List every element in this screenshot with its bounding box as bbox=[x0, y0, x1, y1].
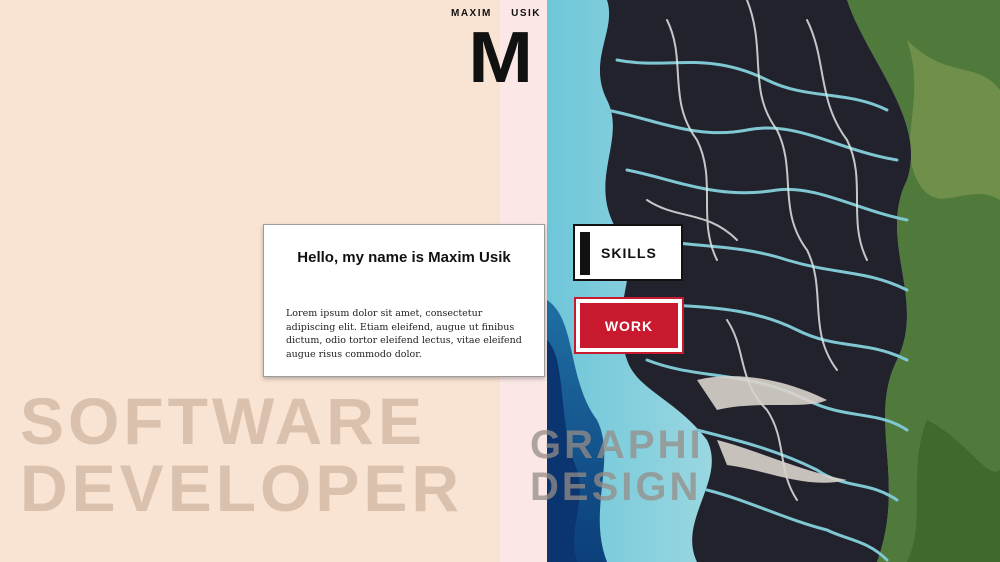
work-button-label: WORK bbox=[604, 317, 654, 334]
intro-body: Lorem ipsum dolor sit amet, consectetur … bbox=[286, 308, 522, 360]
role-heading-right-line1: GRAPHIC bbox=[530, 424, 700, 467]
skills-button-label: SKILLS bbox=[601, 245, 657, 261]
skills-button[interactable]: SKILLS bbox=[573, 224, 683, 281]
role-heading-right-line2: DESIGNER bbox=[530, 465, 700, 508]
intro-title: Hello, my name is Maxim Usik bbox=[297, 249, 511, 266]
intro-card: Hello, my name is Maxim Usik Lorem ipsum… bbox=[263, 224, 545, 377]
work-button-fill: WORK bbox=[580, 303, 678, 348]
role-heading-left-line2: DEVELOPER bbox=[20, 451, 464, 525]
role-heading-left: SOFTWARE DEVELOPER bbox=[20, 388, 463, 522]
role-heading-left-line1: SOFTWARE bbox=[20, 384, 426, 458]
work-button[interactable]: WORK bbox=[574, 297, 684, 354]
role-heading-right: GRAPHIC DESIGNER bbox=[530, 424, 700, 508]
skills-marker-bar bbox=[580, 232, 590, 275]
logo-mark[interactable]: M bbox=[463, 22, 534, 94]
